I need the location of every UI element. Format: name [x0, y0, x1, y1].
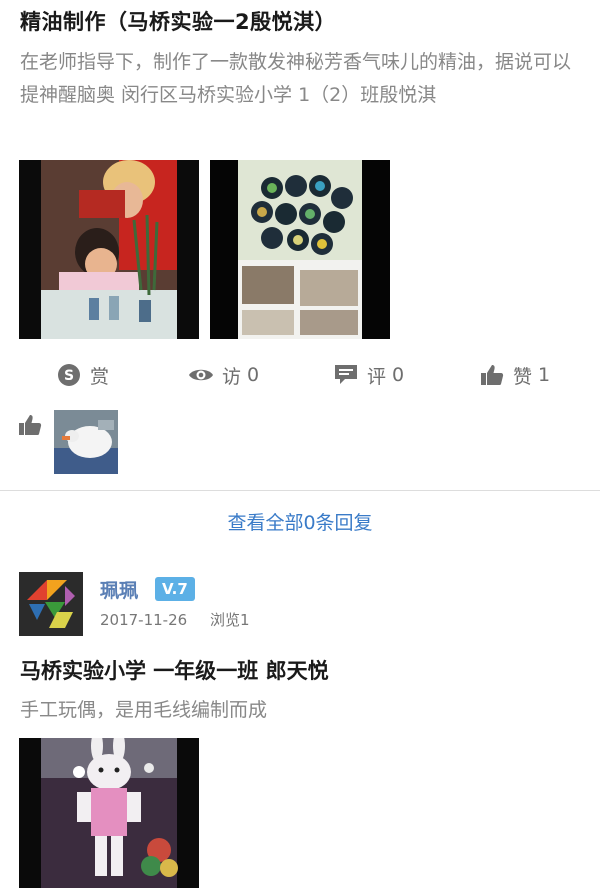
eye-icon — [188, 362, 214, 388]
post-photo-essential-oil-making[interactable] — [19, 160, 199, 339]
level-badge: V.7 — [155, 577, 195, 601]
view-all-replies-link[interactable]: 查看全部0条回复 — [0, 508, 600, 535]
likes-label: 赞 — [513, 365, 533, 388]
comments-button[interactable]: 评 0 — [333, 355, 404, 395]
thumbs-up-icon — [18, 413, 44, 439]
post-title[interactable]: 精油制作（马桥实验一2殷悦淇） — [20, 6, 336, 36]
reward-label: 赏 — [90, 365, 110, 388]
thumbs-up-icon — [479, 362, 505, 388]
post-date: 2017-11-26 — [100, 611, 188, 629]
post-title[interactable]: 马桥实验小学 一年级一班 郎天悦 — [20, 655, 329, 685]
comments-label: 评 — [367, 365, 387, 388]
divider — [0, 490, 600, 491]
post-photo-knitted-doll[interactable] — [19, 738, 199, 888]
views-button[interactable]: 访 0 — [188, 355, 259, 395]
post-meta: 2017-11-26 浏览1 — [100, 609, 268, 630]
likes-count: 1 — [538, 364, 551, 386]
author-avatar[interactable] — [19, 572, 83, 636]
comments-count: 0 — [392, 364, 405, 386]
post-views: 浏览1 — [209, 611, 250, 629]
post-action-bar: S 赏 访 0 评 0 赞 1 — [0, 355, 600, 395]
svg-text:S: S — [64, 368, 74, 384]
post-description: 在老师指导下，制作了一款散发神秘芳香气味儿的精油，据说可以提神醒脑奥 闵行区马桥… — [20, 51, 572, 106]
comment-icon — [333, 362, 359, 388]
skype-icon: S — [56, 362, 82, 388]
post-photo-oil-bottles[interactable] — [210, 160, 390, 339]
author-name[interactable]: 珮珮 — [100, 576, 138, 603]
liker-avatar[interactable] — [54, 410, 118, 474]
views-label: 访 — [222, 365, 242, 388]
like-button[interactable]: 赞 1 — [479, 355, 550, 395]
post-description: 手工玩偶，是用毛线编制而成 — [20, 699, 268, 721]
reward-button[interactable]: S 赏 — [56, 355, 109, 395]
views-count: 0 — [247, 364, 260, 386]
